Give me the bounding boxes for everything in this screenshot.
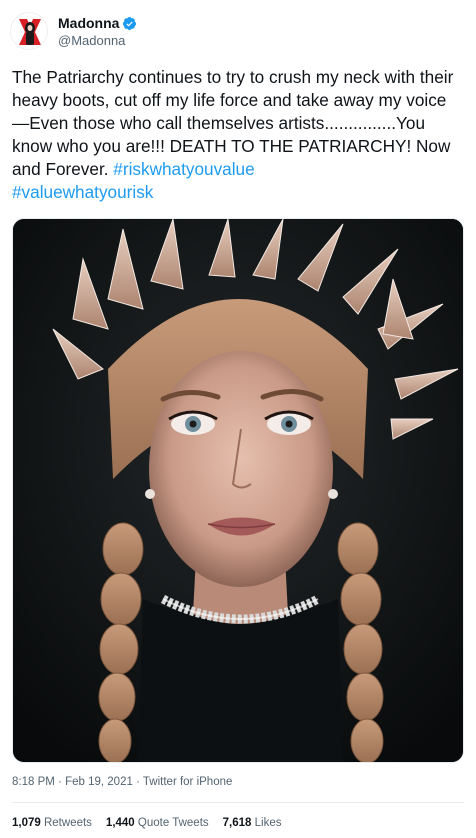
- tweet-date[interactable]: Feb 19, 2021: [65, 776, 133, 788]
- author-name-text: Madonna: [58, 15, 120, 31]
- tweet-source[interactable]: Twitter for iPhone: [143, 776, 232, 788]
- hashtag-link[interactable]: #riskwhatyouvalue: [113, 159, 254, 179]
- verified-badge-icon: [123, 16, 137, 30]
- tweet-time[interactable]: 8:18 PM: [12, 776, 55, 788]
- tweet-photo[interactable]: [12, 218, 464, 763]
- meta-separator: ·: [58, 776, 62, 788]
- retweets-stat[interactable]: 1,079 Retweets: [12, 817, 92, 829]
- avatar[interactable]: [10, 12, 48, 50]
- tweet-text: The Patriarchy continues to try to crush…: [12, 66, 462, 204]
- retweets-label: Retweets: [43, 817, 92, 829]
- tweet-meta: 8:18 PM · Feb 19, 2021 · Twitter for iPh…: [12, 776, 232, 788]
- retweets-count: 1,079: [12, 817, 41, 829]
- author-handle[interactable]: @Madonna: [58, 33, 125, 48]
- likes-stat[interactable]: 7,618 Likes: [223, 817, 282, 829]
- portrait-image: [13, 219, 463, 762]
- author-name[interactable]: Madonna: [58, 15, 137, 31]
- avatar-image: [11, 13, 47, 49]
- likes-label: Likes: [254, 817, 282, 829]
- quote-tweets-stat[interactable]: 1,440 Quote Tweets: [106, 817, 209, 829]
- quote-tweets-count: 1,440: [105, 817, 135, 829]
- tweet-stats: 1,079 Retweets 1,440 Quote Tweets 7,618 …: [12, 817, 282, 829]
- meta-separator: ·: [136, 776, 140, 788]
- divider: [12, 802, 464, 803]
- likes-count: 7,618: [222, 817, 252, 829]
- quote-tweets-label: Quote Tweets: [137, 817, 209, 829]
- tweet: Madonna @Madonna The Patriarchy continue…: [0, 0, 476, 838]
- hashtag-link[interactable]: #valuewhatyourisk: [12, 182, 153, 202]
